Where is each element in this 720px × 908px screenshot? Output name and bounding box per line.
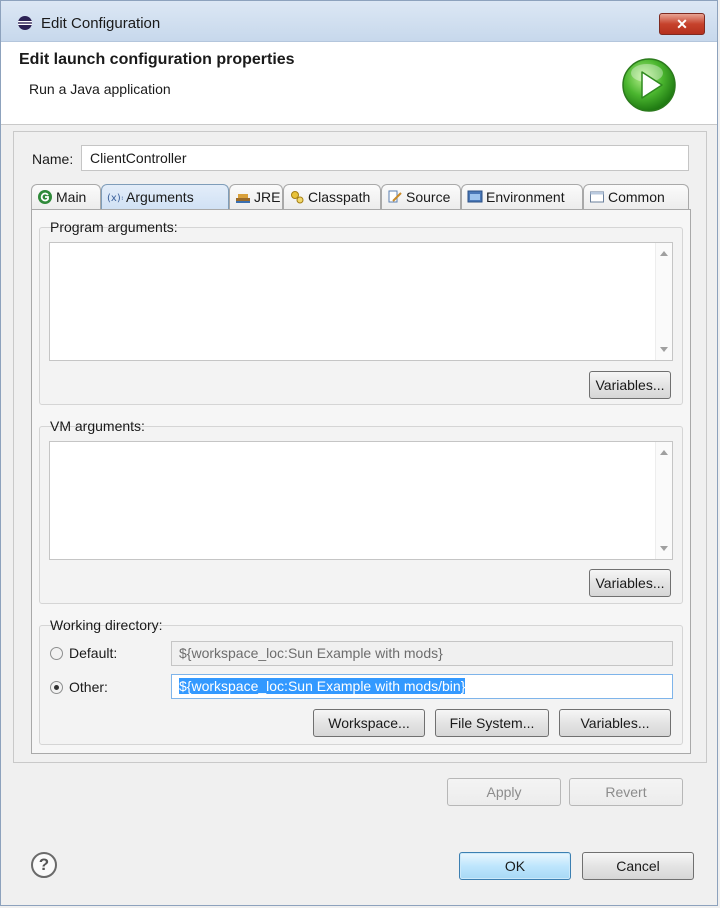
- run-icon: [622, 58, 676, 112]
- file-system-button[interactable]: File System...: [435, 709, 549, 737]
- tab-bar: Main (x)= Arguments JRE Classpath Source…: [31, 184, 691, 211]
- vm-arguments-scrollbar[interactable]: [655, 442, 672, 559]
- working-directory-variables-button[interactable]: Variables...: [559, 709, 671, 737]
- source-tab-icon: [388, 190, 402, 203]
- apply-button[interactable]: Apply: [447, 778, 561, 806]
- tab-environment-label: Environment: [486, 189, 565, 205]
- dialog-header-title: Edit launch configuration properties: [19, 51, 295, 68]
- vm-variables-button[interactable]: Variables...: [589, 569, 671, 597]
- other-radio-label: Other:: [69, 679, 108, 695]
- tab-common-label: Common: [608, 189, 665, 205]
- vm-arguments-textarea[interactable]: [49, 441, 673, 560]
- tab-arguments-label: Arguments: [126, 189, 194, 205]
- arguments-tab-icon: (x)=: [107, 193, 123, 204]
- scroll-up-icon[interactable]: [660, 251, 668, 256]
- tab-main[interactable]: Main: [31, 184, 101, 210]
- default-radio[interactable]: [50, 647, 63, 660]
- close-icon: ✕: [676, 16, 688, 32]
- name-label: Name:: [32, 151, 74, 167]
- eclipse-icon: [18, 16, 32, 30]
- name-input[interactable]: ClientController: [81, 145, 689, 171]
- tab-source[interactable]: Source: [381, 184, 461, 210]
- scroll-down-icon[interactable]: [660, 546, 668, 551]
- working-directory-label: Working directory:: [50, 617, 163, 633]
- scroll-down-icon[interactable]: [660, 347, 668, 352]
- help-icon: ?: [38, 855, 50, 874]
- tab-main-label: Main: [56, 189, 87, 205]
- jre-tab-icon: [236, 194, 250, 203]
- other-radio[interactable]: [50, 681, 63, 694]
- vm-arguments-label: VM arguments:: [50, 418, 145, 434]
- program-arguments-label: Program arguments:: [50, 219, 178, 235]
- environment-tab-icon: [467, 190, 483, 203]
- dialog-header: Edit launch configuration properties Run…: [1, 42, 717, 125]
- default-directory-field: ${workspace_loc:Sun Example with mods}: [171, 641, 673, 666]
- program-variables-button[interactable]: Variables...: [589, 371, 671, 399]
- title-bar[interactable]: Edit Configuration ✕: [1, 1, 717, 42]
- common-tab-icon: [590, 191, 604, 203]
- tab-classpath-label: Classpath: [308, 189, 371, 205]
- main-tab-icon: [38, 190, 52, 204]
- default-radio-label: Default:: [69, 645, 118, 661]
- tab-classpath[interactable]: Classpath: [283, 184, 381, 210]
- other-directory-value: ${workspace_loc:Sun Example with mods/bi…: [179, 678, 466, 694]
- edit-configuration-dialog: Edit Configuration ✕ Edit launch configu…: [0, 0, 718, 906]
- ok-button[interactable]: OK: [459, 852, 571, 880]
- tab-source-label: Source: [406, 189, 451, 205]
- classpath-tab-icon: [291, 191, 304, 204]
- close-button[interactable]: ✕: [659, 13, 705, 35]
- workspace-button[interactable]: Workspace...: [313, 709, 425, 737]
- tab-environment[interactable]: Environment: [461, 184, 583, 210]
- program-arguments-scrollbar[interactable]: [655, 243, 672, 360]
- program-arguments-textarea[interactable]: [49, 242, 673, 361]
- dialog-header-subtitle: Run a Java application: [29, 81, 171, 97]
- tab-jre-label: JRE: [254, 189, 281, 205]
- help-button[interactable]: ?: [31, 852, 57, 878]
- window-title: Edit Configuration: [41, 15, 161, 32]
- tab-arguments[interactable]: (x)= Arguments: [101, 184, 229, 211]
- tab-jre[interactable]: JRE: [229, 184, 283, 210]
- other-directory-field[interactable]: ${workspace_loc:Sun Example with mods/bi…: [171, 674, 673, 699]
- revert-button[interactable]: Revert: [569, 778, 683, 806]
- tab-common[interactable]: Common: [583, 184, 689, 210]
- svg-text:(x)=: (x)=: [107, 193, 123, 204]
- cancel-button[interactable]: Cancel: [582, 852, 694, 880]
- scroll-up-icon[interactable]: [660, 450, 668, 455]
